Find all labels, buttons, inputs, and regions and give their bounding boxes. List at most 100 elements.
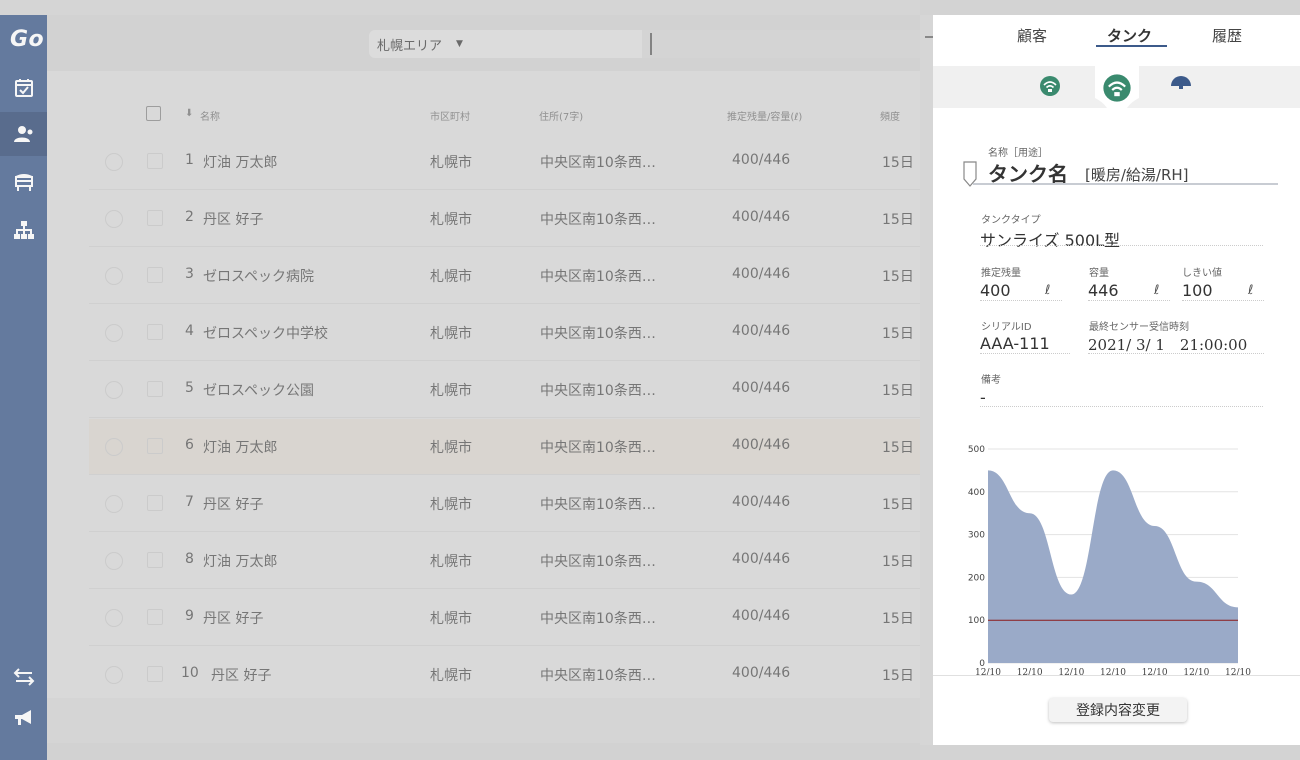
table-row[interactable]: 5 ゼロスペック公園 札幌市 中央区南10条西… 400/446 15日 (89, 362, 920, 418)
header-amount[interactable]: 推定残量/容量(ℓ) (727, 108, 802, 123)
tab-history[interactable]: 履歴 (1212, 25, 1242, 46)
row-city: 札幌市 (430, 269, 472, 285)
field-divider (980, 406, 1263, 407)
table-row[interactable]: 4 ゼロスペック中学校 札幌市 中央区南10条西… 400/446 15日 (89, 305, 920, 361)
row-checkbox[interactable] (147, 210, 163, 226)
row-frequency: 15日 (882, 611, 914, 627)
row-address: 中央区南10条西… (540, 440, 656, 456)
y-tick-label: 200 (968, 573, 985, 583)
row-checkbox[interactable] (147, 438, 163, 454)
header-city[interactable]: 市区町村 (430, 108, 470, 123)
y-tick-label: 500 (968, 445, 985, 455)
tank-type-value: サンライズ 500L型 (980, 231, 1121, 250)
row-city: 札幌市 (430, 554, 472, 570)
series-area (988, 470, 1238, 663)
sensor-2-button[interactable] (1101, 72, 1133, 104)
row-frequency: 15日 (882, 554, 914, 570)
row-amount: 400/446 (732, 665, 791, 681)
threshold-value: 100 (1182, 281, 1213, 300)
header-address[interactable]: 住所(7字) (539, 108, 583, 123)
search-input[interactable] (642, 30, 920, 58)
estimated-label: 推定残量 (981, 268, 1021, 279)
row-checkbox[interactable] (147, 267, 163, 283)
y-tick-label: 300 (968, 531, 985, 541)
table-row[interactable]: 3 ゼロスペック病院 札幌市 中央区南10条西… 400/446 15日 (89, 248, 920, 304)
row-radio[interactable] (105, 267, 123, 285)
row-radio[interactable] (105, 666, 123, 684)
field-divider (1182, 300, 1264, 301)
header-name[interactable]: 名称 (200, 108, 220, 123)
row-name: 9 (185, 608, 194, 624)
table-row[interactable]: 8 灯油 万太郎 札幌市 中央区南10条西… 400/446 15日 (89, 533, 920, 589)
field-divider (980, 353, 1070, 354)
row-name-text: ゼロスペック病院 (203, 269, 315, 285)
row-radio[interactable] (105, 324, 123, 342)
name-underline (973, 183, 1278, 185)
row-amount: 400/446 (732, 437, 791, 453)
row-radio[interactable] (105, 381, 123, 399)
row-amount: 400/446 (732, 380, 791, 396)
select-all-checkbox[interactable] (146, 106, 161, 121)
row-checkbox[interactable] (147, 609, 163, 625)
row-address: 中央区南10条西… (540, 554, 656, 570)
filter-bar: 札幌エリア ▼ (47, 15, 920, 71)
row-checkbox[interactable] (147, 495, 163, 511)
row-frequency: 15日 (882, 383, 914, 399)
row-checkbox[interactable] (147, 324, 163, 340)
table-row[interactable]: 7 丹区 好子 札幌市 中央区南10条西… 400/446 15日 (89, 476, 920, 532)
row-address: 中央区南10条西… (540, 155, 656, 171)
swap-icon (13, 668, 34, 686)
sidebar-item-announcements[interactable] (0, 695, 47, 739)
table-row[interactable]: 10 丹区 好子 札幌市 中央区南10条西… 400/446 15日 (89, 647, 920, 703)
tank-usage: [暖房/給湯/RH] (1085, 166, 1189, 184)
text-cursor (650, 33, 652, 55)
row-name-text: 丹区 好子 (203, 497, 264, 513)
sidebar-item-organization[interactable] (0, 208, 47, 252)
capacity-unit: ℓ (1154, 283, 1160, 298)
row-name-text: 丹区 好子 (203, 611, 264, 627)
sort-desc-icon[interactable]: ⬇ (185, 108, 193, 119)
tank-detail-panel: 顧客 タンク 履歴 名称［用途］ タンク名 [暖房/給湯/RH] タンクタイプ … (933, 15, 1300, 745)
sensor-3-button[interactable] (1167, 72, 1195, 100)
row-checkbox[interactable] (147, 666, 163, 682)
table-row[interactable]: 6 灯油 万太郎 札幌市 中央区南10条西… 400/446 15日 (89, 419, 920, 475)
row-city: 札幌市 (430, 155, 472, 171)
table-header: ⬇ 名称 市区町村 住所(7字) 推定残量/容量(ℓ) 頻度 (89, 98, 920, 128)
tab-tank[interactable]: タンク (1107, 25, 1152, 46)
field-divider (980, 300, 1062, 301)
row-radio[interactable] (105, 210, 123, 228)
sidebar-item-switch[interactable] (0, 655, 47, 699)
table-row[interactable]: 2 丹区 好子 札幌市 中央区南10条西… 400/446 15日 (89, 191, 920, 247)
list-footer (47, 698, 920, 743)
row-radio[interactable] (105, 609, 123, 627)
row-radio[interactable] (105, 438, 123, 456)
row-address: 中央区南10条西… (540, 668, 656, 684)
row-checkbox[interactable] (147, 381, 163, 397)
row-amount: 400/446 (732, 608, 791, 624)
row-name: 3 (185, 266, 194, 282)
y-tick-label: 400 (968, 488, 985, 498)
signal-half-icon (1171, 76, 1191, 89)
org-chart-icon (13, 221, 34, 239)
area-select-value: 札幌エリア (377, 38, 443, 54)
row-checkbox[interactable] (147, 153, 163, 169)
row-radio[interactable] (105, 153, 123, 171)
row-radio[interactable] (105, 552, 123, 570)
header-frequency[interactable]: 頻度 (880, 108, 900, 123)
tab-customer[interactable]: 顧客 (1017, 25, 1047, 46)
serial-label: シリアルID (981, 322, 1032, 333)
row-name-text: ゼロスペック公園 (203, 383, 315, 399)
row-radio[interactable] (105, 495, 123, 513)
sidebar-item-schedule[interactable] (0, 66, 47, 110)
row-checkbox[interactable] (147, 552, 163, 568)
area-select[interactable]: 札幌エリア ▼ (369, 30, 659, 58)
row-city: 札幌市 (430, 326, 472, 342)
sidebar-item-tanks[interactable] (0, 160, 47, 204)
sidebar-item-customers[interactable] (0, 112, 47, 156)
row-amount: 400/446 (732, 494, 791, 510)
table-row[interactable]: 1 灯油 万太郎 札幌市 中央区南10条西… 400/446 15日 (89, 134, 920, 190)
row-name-text: 丹区 好子 (211, 668, 272, 684)
edit-registration-button[interactable]: 登録内容変更 (1049, 698, 1187, 722)
table-row[interactable]: 9 丹区 好子 札幌市 中央区南10条西… 400/446 15日 (89, 590, 920, 646)
sensor-1-button[interactable] (1036, 72, 1064, 100)
